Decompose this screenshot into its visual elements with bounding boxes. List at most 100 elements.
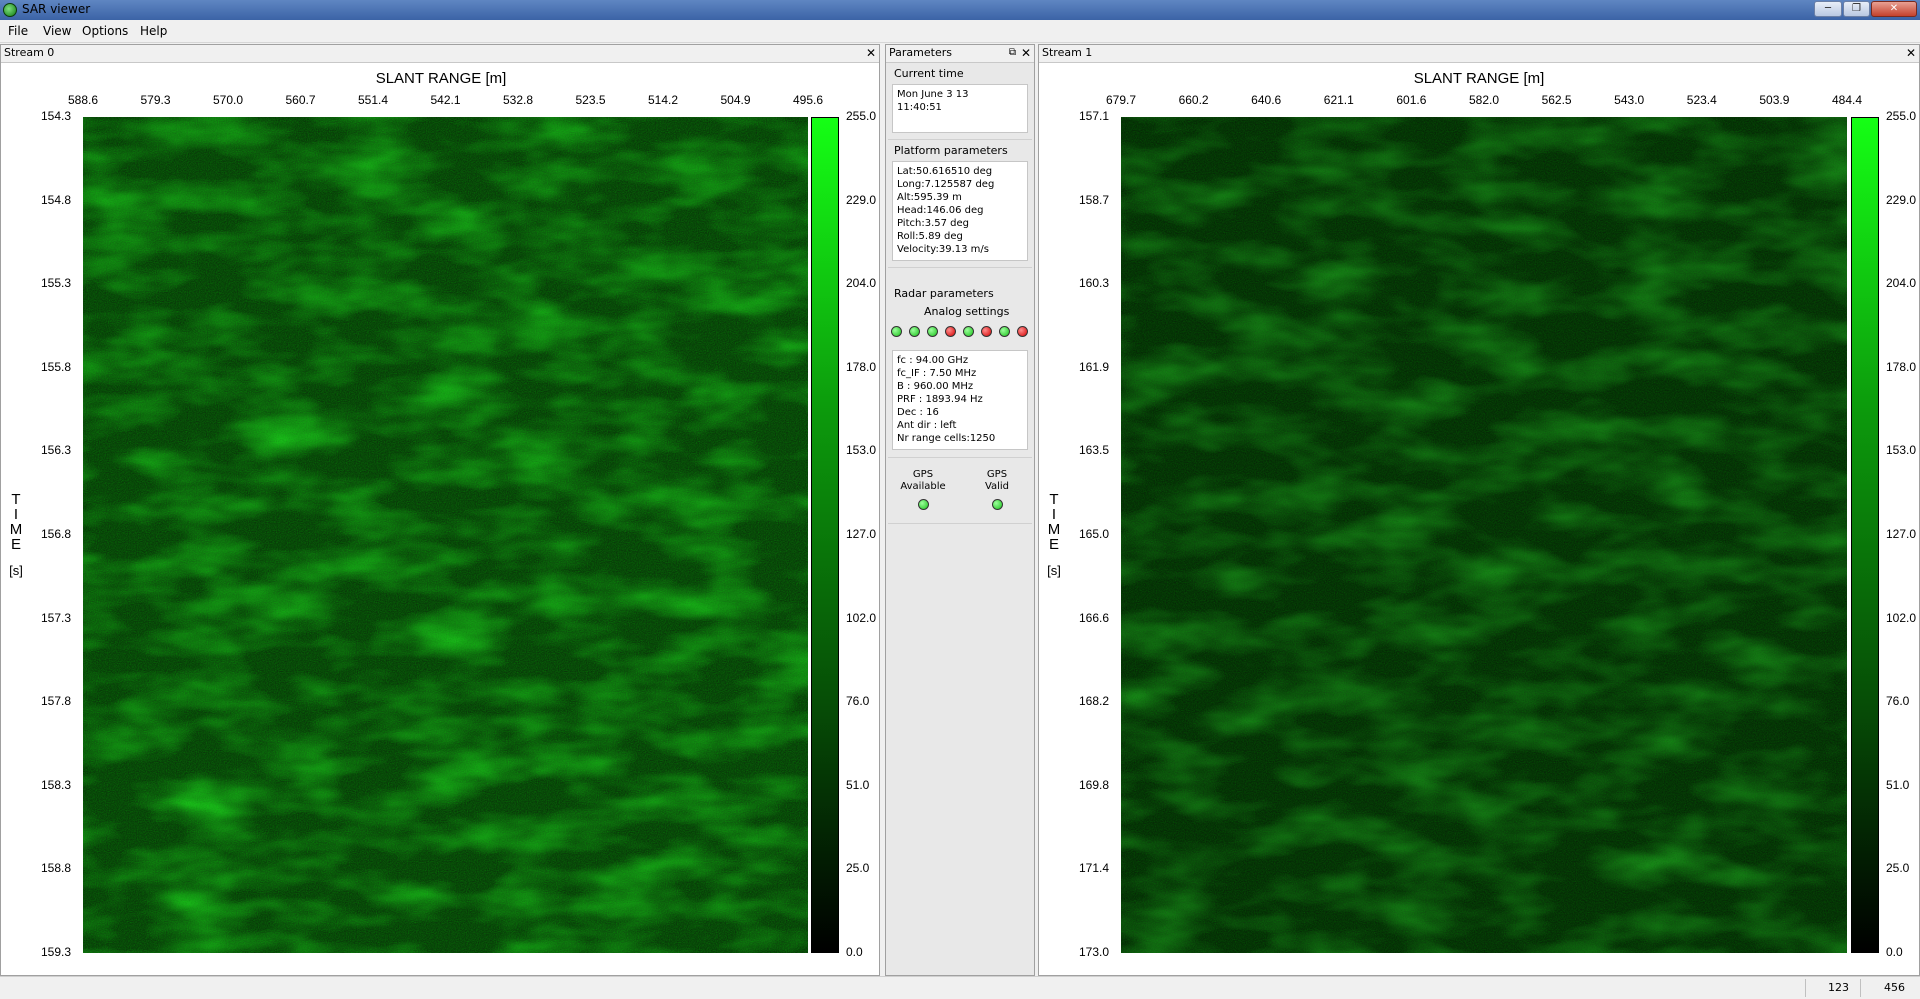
stream-1-x-tick: 679.7	[1105, 93, 1137, 107]
stream-1-sar-image[interactable]	[1121, 117, 1847, 953]
stream-1-x-tick: 562.5	[1541, 93, 1572, 107]
platform-box: Lat:50.616510 deg Long:7.125587 deg Alt:…	[892, 161, 1028, 261]
stream-0-y-tick: 158.8	[40, 861, 71, 876]
gps-valid-label-1: GPS	[986, 469, 1008, 480]
stream-1-x-axis-label: SLANT RANGE [m]	[1413, 70, 1545, 87]
platform-title: Platform parameters	[894, 144, 1008, 157]
status-divider	[1860, 979, 1861, 997]
stream-1-y-tick: 161.9	[1078, 359, 1109, 374]
separator	[888, 139, 1032, 140]
stream-0-colorbar-tick: 153.0	[846, 443, 877, 458]
stream-1-y-tick: 163.5	[1078, 443, 1109, 458]
stream-0-x-tick: 514.2	[647, 93, 679, 107]
stream-1-x-tick: 543.0	[1614, 93, 1645, 107]
separator	[888, 267, 1032, 268]
radar-fc-if: fc_IF : 7.50 MHz	[897, 368, 977, 379]
stream-1-y-tick: 160.3	[1078, 276, 1109, 291]
stream-1-y-tick: 157.1	[1078, 109, 1109, 123]
stream-0-x-tick: 542.1	[430, 93, 461, 107]
gps-valid-label: GPS Valid	[967, 469, 1027, 493]
gps-available-label-2: Available	[900, 481, 946, 492]
stream-0-colorbar-tick: 204.0	[846, 276, 877, 291]
stream-1-x-tick: 582.0	[1468, 93, 1500, 107]
analog-setting-led	[981, 326, 992, 337]
radar-dec: Dec : 16	[897, 407, 939, 418]
stream-0-y-tick: 156.8	[40, 527, 71, 541]
status-bar: 123 456	[0, 976, 1920, 999]
gps-available-led	[918, 499, 929, 510]
stream-1-y-tick: 158.7	[1078, 192, 1109, 207]
stream-1-close-icon[interactable]: ✕	[1906, 45, 1916, 61]
close-button[interactable]: ✕	[1871, 1, 1917, 17]
gps-valid-label-2: Valid	[984, 481, 1010, 492]
stream-1-colorbar-tick: 76.0	[1886, 694, 1910, 709]
menu-view[interactable]: View	[43, 24, 71, 38]
stream-1-x-tick: 660.2	[1178, 93, 1209, 107]
gps-valid-led	[992, 499, 1003, 510]
stream-0-sar-image[interactable]	[83, 117, 808, 953]
stream-0-x-tick: 579.3	[140, 93, 171, 107]
stream-0-x-tick: 504.9	[720, 93, 751, 107]
platform-head: Head:146.06 deg	[897, 205, 984, 216]
stream-0-x-tick: 495.6	[792, 93, 824, 107]
current-time-date: Mon June 3 13	[897, 89, 969, 100]
parameters-panel: Parameters ⧉ ✕ Current time Mon June 3 1…	[885, 44, 1035, 976]
radar-fc: fc : 94.00 GHz	[897, 355, 969, 366]
stream-0-colorbar	[811, 117, 839, 953]
current-time-box: Mon June 3 13 11:40:51	[892, 84, 1028, 133]
stream-1-colorbar	[1851, 117, 1879, 953]
radar-range-cells: Nr range cells:1250	[897, 433, 996, 444]
stream-1-panel: Stream 1 ✕ SLANT RANGE [m] 679.7 660.2 640…	[1038, 44, 1920, 976]
stream-0-y-tick: 154.8	[40, 192, 71, 207]
stream-1-colorbar-tick: 51.0	[1886, 777, 1910, 792]
analog-setting-led	[909, 326, 920, 337]
status-divider	[1805, 979, 1806, 997]
stream-0-colorbar-tick: 127.0	[846, 527, 877, 541]
float-window-icon[interactable]: ⧉	[1009, 45, 1016, 61]
stream-0-colorbar-tick: 76.0	[846, 694, 870, 709]
minimize-button[interactable]: ─	[1814, 1, 1842, 17]
parameters-title: Parameters	[889, 46, 952, 59]
current-time-title: Current time	[894, 67, 964, 80]
menu-options[interactable]: Options	[82, 24, 128, 38]
stream-0-colorbar-tick: 25.0	[846, 861, 870, 876]
stream-1-x-tick: 484.4	[1831, 93, 1863, 107]
stream-1-y-label-e: E	[1048, 536, 1059, 553]
stream-1-x-tick: 640.6	[1251, 93, 1282, 107]
analog-setting-led	[999, 326, 1010, 337]
analog-setting-led	[891, 326, 902, 337]
title-bar: SAR viewer ─ ❐ ✕	[0, 0, 1920, 20]
stream-0-y-tick: 155.8	[40, 359, 71, 374]
stream-0-colorbar-tick: 229.0	[846, 192, 877, 207]
stream-0-y-tick: 157.8	[40, 694, 71, 709]
window-title: SAR viewer	[22, 2, 91, 16]
platform-long: Long:7.125587 deg	[897, 179, 995, 190]
stream-1-colorbar-tick: 0.0	[1886, 945, 1903, 959]
stream-1-x-tick: 601.6	[1396, 93, 1427, 107]
stream-0-colorbar-tick: 0.0	[846, 945, 863, 959]
stream-0-panel: Stream 0 ✕ SLANT RANGE [m] 588.6 579.3 570…	[0, 44, 880, 976]
platform-pitch: Pitch:3.57 deg	[897, 218, 970, 229]
analog-setting-led	[963, 326, 974, 337]
stream-1-title: Stream 1	[1042, 46, 1093, 59]
stream-0-close-icon[interactable]: ✕	[866, 45, 876, 61]
stream-0-y-tick: 157.3	[40, 610, 71, 625]
stream-1-y-tick: 165.0	[1078, 527, 1109, 541]
menu-file[interactable]: File	[8, 24, 28, 38]
stream-0-y-tick: 155.3	[40, 276, 71, 291]
stream-0-colorbar-tick: 51.0	[846, 777, 870, 792]
stream-0-x-tick: 532.8	[502, 93, 534, 107]
restore-button[interactable]: ❐	[1843, 1, 1870, 17]
stream-1-y-tick: 166.6	[1078, 610, 1109, 625]
platform-lat: Lat:50.616510 deg	[897, 166, 993, 177]
sar-texture	[83, 117, 808, 953]
menu-help[interactable]: Help	[140, 24, 167, 38]
gps-available-label: GPS Available	[893, 469, 953, 493]
stream-0-title: Stream 0	[4, 46, 55, 59]
status-cell-2: 456	[1884, 981, 1905, 994]
stream-1-header: Stream 1 ✕	[1039, 45, 1919, 63]
parameters-close-icon[interactable]: ✕	[1021, 45, 1031, 61]
stream-0-y-unit: [s]	[9, 563, 23, 578]
stream-1-y-tick: 168.2	[1078, 694, 1109, 709]
status-cell-1: 123	[1828, 981, 1849, 994]
